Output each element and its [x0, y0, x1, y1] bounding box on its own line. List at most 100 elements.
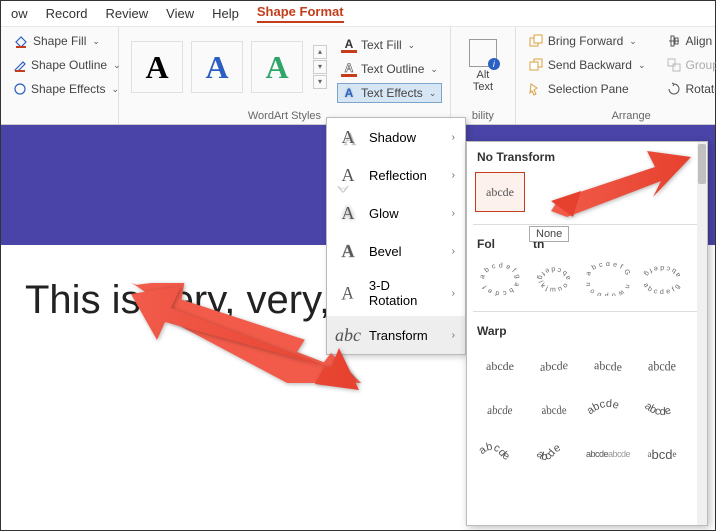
svg-text:abcde: abcde: [478, 441, 511, 463]
svg-text:a b c d e f g l k j m n o: a b c d e f g l k j m n o: [536, 265, 572, 293]
menu-bevel[interactable]: ABevel›: [327, 232, 465, 270]
svg-text:a b c d e f g: a b c d e f g: [642, 264, 682, 278]
chevron-down-icon: ⌄: [430, 64, 438, 75]
chevron-right-icon: ›: [452, 330, 455, 341]
chevron-right-icon: ›: [452, 208, 455, 219]
group-arrange: Bring Forward⌄ Send Backward⌄ Selection …: [516, 27, 716, 124]
text-outline-icon: A: [341, 61, 357, 77]
follow-path-thumb-1[interactable]: a b c d e f g a b c d e f g: [475, 259, 525, 299]
wordart-gallery[interactable]: A A A ▴▾▾: [127, 31, 331, 103]
svg-text:a b c d e f G h i j: a b c d e f G h i j: [586, 262, 630, 277]
chevron-down-icon: ⌄: [112, 84, 120, 95]
group-shape-styles: Shape Fill⌄ Shape Outline⌄ Shape Effects…: [1, 27, 119, 124]
tab-view[interactable]: View: [166, 6, 194, 21]
wordart-preset-2[interactable]: A: [191, 41, 243, 93]
rotate-icon: [666, 81, 682, 97]
text-outline-button[interactable]: AText Outline⌄: [337, 59, 442, 79]
text-fill-button[interactable]: AText Fill⌄: [337, 35, 442, 55]
group-accessibility: Alt Text bility: [451, 27, 516, 124]
warp-thumb-9[interactable]: abcde: [475, 434, 525, 474]
chevron-right-icon: ›: [452, 246, 455, 257]
shadow-icon: A: [337, 126, 359, 148]
bevel-icon: A: [337, 240, 359, 262]
rotation-3d-icon: A: [335, 279, 356, 306]
no-transform-title: No Transform: [467, 142, 707, 168]
alt-text-icon: [469, 39, 497, 67]
menu-glow[interactable]: AGlow›: [327, 194, 465, 232]
follow-path-title: Follow PathFollow Path: [467, 229, 707, 255]
group-button[interactable]: Group⌄: [662, 55, 716, 75]
tooltip-none: None: [529, 226, 569, 242]
text-effects-menu: AShadow› AAReflection› AGlow› ABevel› A3…: [326, 117, 466, 355]
menu-reflection[interactable]: AAReflection›: [327, 156, 465, 194]
warp-thumb-8[interactable]: abcde: [637, 390, 687, 430]
tab-help[interactable]: Help: [212, 6, 239, 21]
chevron-right-icon: ›: [452, 288, 455, 299]
no-transform-thumb[interactable]: abcde: [475, 172, 525, 212]
shape-fill-button[interactable]: Shape Fill⌄: [9, 31, 110, 51]
warp-thumb-4[interactable]: abcde: [637, 343, 687, 389]
chevron-down-icon: ⌄: [429, 88, 437, 99]
warp-thumb-10[interactable]: abcde: [529, 434, 579, 474]
ribbon: Shape Fill⌄ Shape Outline⌄ Shape Effects…: [1, 27, 715, 125]
warp-thumb-11[interactable]: abcdeabcde: [583, 434, 633, 474]
align-icon: [666, 33, 682, 49]
text-fill-icon: A: [341, 37, 357, 53]
bring-forward-icon: [528, 33, 544, 49]
reflection-icon: AA: [337, 164, 359, 186]
wordart-preset-1[interactable]: A: [131, 41, 183, 93]
flyout-scrollbar[interactable]: [697, 142, 707, 525]
warp-thumb-6[interactable]: abcde: [530, 390, 579, 430]
selection-pane-button[interactable]: Selection Pane: [524, 79, 650, 99]
tab-shape-format[interactable]: Shape Format: [257, 4, 344, 23]
svg-text:n w o p b o u: n w o p b o u: [586, 282, 630, 296]
text-effects-icon: A: [341, 85, 357, 101]
bring-forward-button[interactable]: Bring Forward⌄: [524, 31, 650, 51]
gallery-spinner[interactable]: ▴▾▾: [313, 45, 327, 89]
svg-text:abcde: abcde: [586, 398, 620, 417]
send-backward-button[interactable]: Send Backward⌄: [524, 55, 650, 75]
shape-outline-button[interactable]: Shape Outline⌄: [9, 55, 110, 75]
transform-icon: abc: [337, 324, 359, 346]
group-wordart-styles: A A A ▴▾▾ AText Fill⌄ AText Outline⌄ ATe…: [119, 27, 451, 124]
arrange-label: Arrange: [524, 108, 716, 122]
scrollbar-thumb[interactable]: [698, 144, 706, 184]
warp-thumb-1[interactable]: abcde: [475, 346, 525, 386]
effects-icon: [13, 81, 27, 97]
chevron-down-icon: ⌄: [638, 60, 646, 71]
warp-thumb-5[interactable]: abcde: [476, 390, 525, 430]
selection-pane-icon: [528, 81, 544, 97]
tab-record[interactable]: Record: [46, 6, 88, 21]
shape-effects-button[interactable]: Shape Effects⌄: [9, 79, 110, 99]
svg-text:abcde: abcde: [534, 442, 562, 464]
chevron-right-icon: ›: [452, 132, 455, 143]
wordart-preset-3[interactable]: A: [251, 41, 303, 93]
warp-thumb-3[interactable]: abcde: [583, 344, 633, 387]
chevron-right-icon: ›: [452, 170, 455, 181]
follow-path-thumb-3[interactable]: a b c d e f G h i j n w o p b o u: [583, 259, 633, 299]
accessibility-label: bility: [459, 108, 507, 122]
warp-thumb-12[interactable]: abcde: [637, 434, 687, 474]
tab-window[interactable]: ow: [11, 6, 28, 21]
warp-thumb-2[interactable]: abcde: [529, 344, 579, 387]
chevron-down-icon: ⌄: [408, 40, 416, 51]
menu-shadow[interactable]: AShadow›: [327, 118, 465, 156]
follow-path-thumb-2[interactable]: a b c d e f g l k j m n o: [529, 259, 579, 299]
svg-text:a b c d e f g: a b c d e f g: [642, 282, 682, 296]
transform-flyout: No Transform abcde None Follow PathFollo…: [466, 141, 708, 526]
rotate-button[interactable]: Rotate⌄: [662, 79, 716, 99]
chevron-down-icon: ⌄: [92, 36, 100, 47]
pen-icon: [13, 57, 27, 73]
align-button[interactable]: Align⌄: [662, 31, 716, 51]
glow-icon: A: [337, 202, 359, 224]
warp-thumb-7[interactable]: abcde: [583, 390, 633, 430]
tab-review[interactable]: Review: [106, 6, 149, 21]
warp-title: Warp: [467, 316, 707, 342]
alt-text-button[interactable]: Alt Text: [459, 31, 507, 101]
text-effects-button[interactable]: AText Effects⌄: [337, 83, 442, 103]
menu-3d-rotation[interactable]: A3-D Rotation›: [327, 270, 465, 316]
follow-path-thumb-4[interactable]: a b c d e f g a b c d e f g: [637, 259, 687, 299]
menu-transform[interactable]: abcTransform›: [327, 316, 465, 354]
svg-text:a b c d e f g a b c d e f g: a b c d e f g a b c d e f g: [478, 262, 521, 296]
paint-bucket-icon: [13, 33, 29, 49]
